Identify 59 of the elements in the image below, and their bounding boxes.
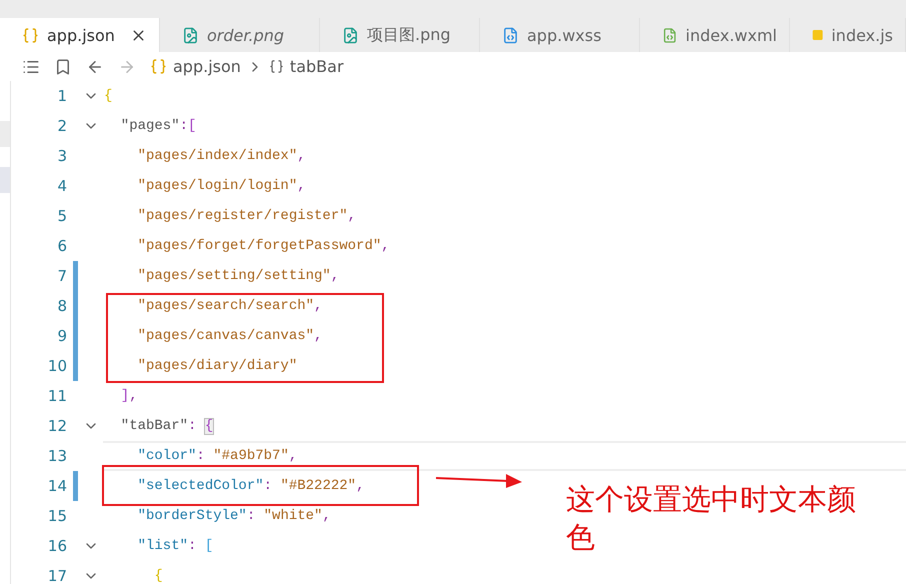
line-number: 2: [56, 117, 67, 135]
code-line: "pages/index/index",: [136, 148, 306, 164]
line-number: 16: [46, 537, 67, 555]
breadcrumb-file[interactable]: app.json: [173, 57, 241, 76]
line-number: 7: [56, 267, 67, 285]
code-line: "pages":[: [120, 118, 196, 134]
code-line: "pages/setting/setting",: [136, 268, 340, 284]
code-file-icon: [662, 26, 678, 44]
line-number: 6: [56, 237, 67, 255]
code-line: {: [104, 88, 112, 104]
code-line: "borderStyle": "white",: [136, 508, 331, 524]
code-line: "tabBar": {: [120, 418, 214, 434]
bookmark-icon[interactable]: [54, 58, 72, 76]
image-file-icon: [342, 26, 359, 44]
braces-icon: [150, 58, 167, 75]
braces-icon: [22, 26, 39, 44]
tab-label: order.png: [207, 26, 286, 44]
image-file-icon: [182, 26, 199, 44]
js-file-icon: [812, 27, 824, 43]
code-line: "pages/search/search",: [136, 298, 322, 314]
line-number: 1: [56, 87, 67, 105]
editor-tab[interactable]: 项目图.png: [320, 18, 480, 52]
code-line: "list": [: [136, 538, 214, 554]
code-line: "pages/diary/diary": [136, 358, 298, 374]
line-number: 3: [56, 147, 67, 165]
tab-label: index.wxml: [686, 26, 777, 44]
editor-tab[interactable]: index.wxml: [640, 18, 790, 52]
line-number: 9: [56, 327, 67, 345]
tab-label: 项目图.png: [367, 24, 452, 46]
line-number: 12: [46, 417, 67, 435]
editor-tab[interactable]: app.json: [0, 18, 160, 52]
breadcrumb-symbol[interactable]: tabBar: [290, 57, 344, 76]
code-line: "pages/forget/forgetPassword",: [136, 238, 390, 254]
line-number: 17: [46, 567, 67, 584]
tab-label: index.js: [831, 26, 893, 44]
code-line: ],: [120, 388, 138, 404]
line-number: 5: [56, 207, 67, 225]
code-line: "selectedColor": "#B22222",: [136, 478, 364, 494]
line-number: 8: [56, 297, 67, 315]
editor-tab[interactable]: index.js: [790, 18, 906, 52]
line-number: 15: [46, 507, 67, 525]
code-line: {: [153, 568, 163, 584]
line-number: 4: [56, 177, 67, 195]
code-line: "color": "#a9b7b7",: [136, 448, 298, 464]
code-line: "pages/register/register",: [136, 208, 356, 224]
arrow-icon: [436, 473, 522, 489]
css-file-icon: [502, 26, 519, 44]
line-number: 10: [46, 357, 67, 375]
editor-tab[interactable]: app.wxss: [480, 18, 640, 52]
braces-icon: [268, 59, 284, 74]
tab-label: app.wxss: [527, 26, 602, 44]
line-number: 11: [46, 387, 67, 405]
code-line: "pages/login/login",: [136, 178, 306, 194]
editor-tab[interactable]: order.png: [160, 18, 320, 52]
tab-label: app.json: [47, 26, 116, 44]
annotation-note: 这个设置选中时文本颜色: [566, 481, 857, 556]
line-number: 13: [46, 447, 67, 465]
line-number: 14: [46, 477, 67, 495]
code-line: "pages/canvas/canvas",: [136, 328, 322, 344]
